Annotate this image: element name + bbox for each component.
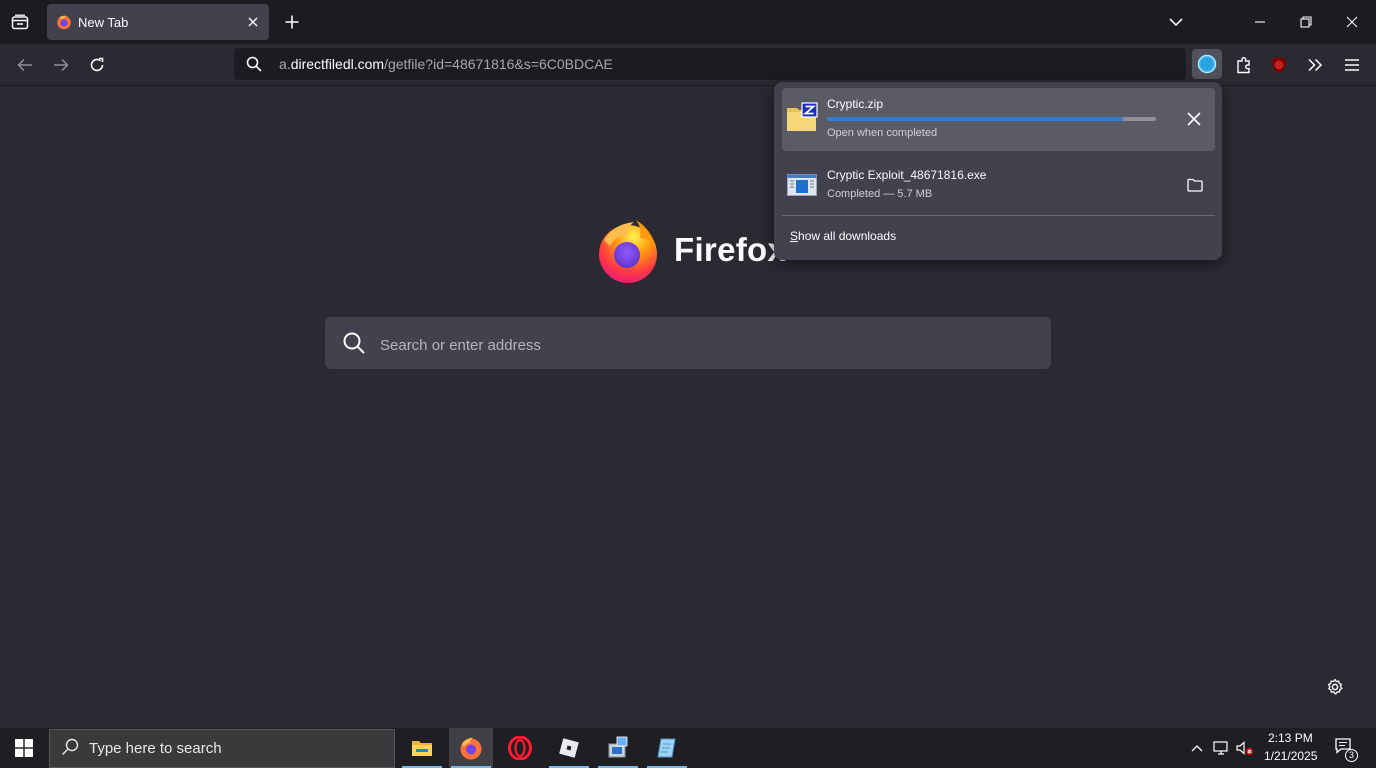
url-host: directfiledl.com bbox=[290, 56, 385, 72]
restore-button[interactable] bbox=[1290, 6, 1322, 38]
list-all-tabs-button[interactable] bbox=[1160, 6, 1192, 38]
file-explorer-icon bbox=[412, 741, 432, 756]
gear-icon bbox=[1327, 678, 1343, 695]
chevron-down-icon bbox=[1169, 18, 1183, 27]
tab-title: New Tab bbox=[78, 14, 129, 30]
download-progress-icon bbox=[1197, 54, 1217, 74]
network-button[interactable] bbox=[1211, 738, 1231, 758]
installer-icon bbox=[608, 736, 628, 758]
minimize-icon bbox=[1255, 21, 1265, 23]
zip-file-icon bbox=[786, 102, 818, 132]
close-icon bbox=[248, 17, 258, 27]
taskbar-notepad-app[interactable] bbox=[645, 728, 689, 768]
reload-button[interactable] bbox=[82, 50, 112, 80]
firefox-favicon-icon bbox=[57, 15, 71, 30]
ublock-origin-button[interactable] bbox=[1264, 50, 1294, 80]
exe-file-icon bbox=[787, 174, 817, 196]
ublock-shield-icon bbox=[1272, 57, 1286, 73]
volume-muted-icon bbox=[1236, 741, 1253, 755]
back-arrow-icon bbox=[17, 58, 32, 72]
url-subdomain: a. bbox=[279, 56, 291, 72]
cancel-download-button[interactable] bbox=[1181, 106, 1207, 132]
restore-icon bbox=[1300, 16, 1312, 28]
tab-close-button[interactable] bbox=[245, 14, 261, 30]
close-window-button[interactable] bbox=[1336, 6, 1368, 38]
downloads-separator bbox=[782, 215, 1215, 216]
back-button[interactable] bbox=[10, 50, 40, 80]
newtab-search-icon bbox=[342, 331, 366, 360]
app-menu-button[interactable] bbox=[1337, 50, 1367, 80]
firefox-logo bbox=[596, 218, 662, 284]
firefox-view-icon bbox=[11, 14, 29, 30]
tab-new-tab[interactable]: New Tab bbox=[47, 4, 269, 40]
newtab-search-input[interactable] bbox=[378, 333, 982, 357]
windows-logo-icon bbox=[15, 739, 33, 757]
firefox-logo-icon bbox=[599, 220, 657, 283]
new-tab-button[interactable] bbox=[280, 10, 304, 34]
download-filename: Cryptic.zip bbox=[827, 97, 884, 111]
download-progress-fill bbox=[827, 117, 1123, 121]
double-chevron-right-icon bbox=[1308, 58, 1323, 72]
more-tools-button[interactable] bbox=[1300, 50, 1330, 80]
download-filename: Cryptic Exploit_48671816.exe bbox=[827, 168, 987, 182]
minimize-button[interactable] bbox=[1244, 6, 1276, 38]
volume-button[interactable] bbox=[1235, 738, 1255, 758]
start-button[interactable] bbox=[0, 728, 48, 768]
notification-count-badge: 3 bbox=[1345, 749, 1358, 762]
extensions-button[interactable] bbox=[1229, 50, 1259, 80]
download-status: Completed — 5.7 MB bbox=[827, 188, 933, 200]
close-icon bbox=[1346, 16, 1358, 28]
firefox-wordmark: Firefox bbox=[674, 231, 787, 268]
chevron-up-icon bbox=[1191, 745, 1203, 752]
opera-icon bbox=[508, 736, 532, 760]
reload-icon bbox=[90, 57, 104, 72]
download-item-cryptic-exploit[interactable] bbox=[782, 156, 1215, 210]
notepad-icon bbox=[657, 738, 676, 758]
hamburger-menu-icon bbox=[1345, 59, 1359, 71]
firefox-icon bbox=[460, 737, 482, 760]
firefox-view-button[interactable] bbox=[6, 8, 34, 36]
network-icon bbox=[1213, 741, 1228, 755]
taskbar-firefox[interactable] bbox=[449, 728, 493, 768]
folder-icon bbox=[1187, 178, 1203, 192]
download-progress-bar bbox=[827, 117, 1156, 121]
close-icon bbox=[1187, 112, 1201, 126]
roblox-icon bbox=[559, 738, 579, 758]
show-in-folder-button[interactable] bbox=[1182, 172, 1208, 198]
taskbar-opera[interactable] bbox=[498, 728, 542, 768]
forward-button[interactable] bbox=[46, 50, 76, 80]
url-path: /getfile?id=48671816&s=6C0BDCAE bbox=[384, 56, 613, 72]
clock-date[interactable]: 1/21/2025 bbox=[1264, 749, 1317, 763]
download-status: Open when completed bbox=[827, 127, 938, 139]
downloads-button[interactable] bbox=[1192, 49, 1222, 79]
plus-icon bbox=[285, 15, 299, 29]
search-icon bbox=[246, 56, 262, 77]
taskbar-installer-app[interactable] bbox=[596, 728, 640, 768]
taskbar-file-explorer[interactable] bbox=[400, 728, 444, 768]
show-hidden-icons-button[interactable] bbox=[1187, 738, 1207, 758]
show-all-downloads-link[interactable]: Show all downloads bbox=[790, 229, 896, 243]
clock-time[interactable]: 2:13 PM bbox=[1268, 731, 1313, 745]
address-bar-url[interactable]: a.directfiledl.com/getfile?id=48671816&s… bbox=[279, 56, 613, 72]
taskbar-search-placeholder: Type here to search bbox=[89, 740, 222, 757]
newtab-settings-button[interactable] bbox=[1323, 675, 1347, 699]
puzzle-piece-icon bbox=[1237, 57, 1250, 74]
forward-arrow-icon bbox=[54, 58, 69, 72]
taskbar-roblox[interactable] bbox=[547, 728, 591, 768]
search-icon bbox=[61, 738, 79, 761]
